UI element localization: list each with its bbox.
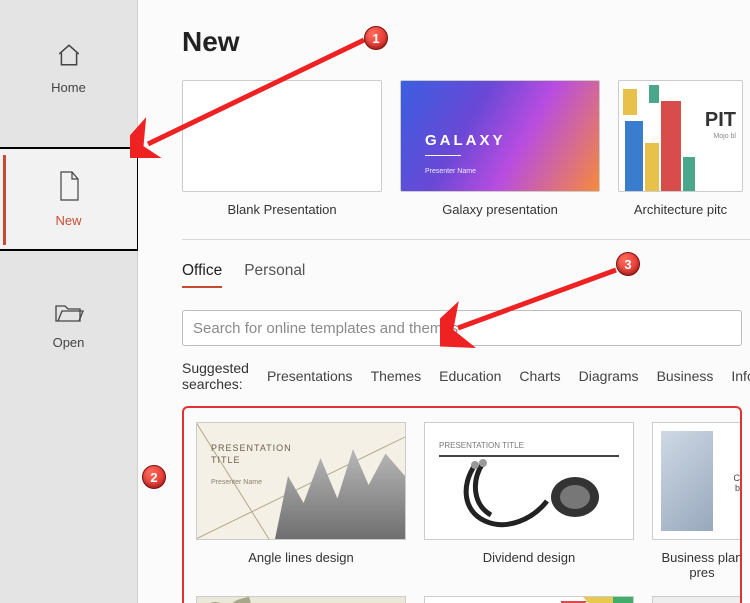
thumb-title: PIT [705, 109, 736, 132]
template-thumb [196, 596, 406, 603]
template-thumb [424, 596, 634, 603]
template-business-plan[interactable]: Co bu Business plan pres [652, 422, 742, 580]
tab-office[interactable]: Office [182, 262, 222, 288]
template-thumb [182, 80, 382, 192]
new-document-icon [0, 171, 137, 206]
template-label: Blank Presentation [182, 202, 382, 217]
suggested-link-info[interactable]: Info [731, 368, 750, 384]
suggested-link-education[interactable]: Education [439, 368, 501, 384]
suggested-link-diagrams[interactable]: Diagrams [579, 368, 639, 384]
thumb-line1: PRESENTATION [211, 443, 292, 453]
template-thumb: Co bu [652, 422, 742, 540]
template-thumb [652, 596, 742, 603]
suggested-link-presentations[interactable]: Presentations [267, 368, 353, 384]
suggested-label: Suggested searches: [182, 360, 249, 392]
template-dividend[interactable]: PRESENTATION TITLE Dividend design [424, 422, 634, 580]
sidebar-item-label: New [55, 213, 81, 228]
template-label: Architecture pitc [618, 202, 743, 217]
tab-personal[interactable]: Personal [244, 262, 305, 288]
template-thumb: PRESENTATION TITLE [424, 422, 634, 540]
template-label: Dividend design [424, 550, 634, 565]
suggested-link-business[interactable]: Business [657, 368, 714, 384]
main-panel: New Blank Presentation GALAXY Presenter … [138, 0, 750, 603]
home-icon [0, 42, 137, 73]
suggested-link-charts[interactable]: Charts [519, 368, 560, 384]
callout-1: 1 [364, 26, 388, 50]
template-architecture[interactable]: PIT Mojo bl Architecture pitc [618, 80, 743, 217]
template-row2-c[interactable] [652, 596, 742, 603]
template-label: Business plan pres [652, 550, 742, 580]
template-label: Galaxy presentation [400, 202, 600, 217]
page-title: New [182, 26, 750, 58]
thumb-underline [425, 155, 461, 156]
callout-2: 2 [142, 465, 166, 489]
suggested-searches: Suggested searches: Presentations Themes… [182, 360, 750, 392]
thumb-title: GALAXY [425, 132, 506, 149]
sidebar-item-new[interactable]: New [0, 149, 137, 249]
results-row-2 [196, 596, 728, 603]
sidebar-item-label: Home [51, 80, 86, 95]
source-tabs: Office Personal [182, 262, 750, 288]
template-search-box[interactable] [182, 310, 742, 346]
thumb-text: Co bu [733, 473, 742, 493]
sidebar: Home New Open [0, 0, 138, 603]
template-row2-a[interactable] [196, 596, 406, 603]
folder-open-icon [0, 301, 137, 328]
sidebar-item-label: Open [53, 335, 85, 350]
thumb-sub: Presenter Name [211, 479, 262, 486]
thumb-presenter: Presenter Name [425, 168, 476, 175]
template-blank-presentation[interactable]: Blank Presentation [182, 80, 382, 217]
callout-3: 3 [616, 252, 640, 276]
results-frame: PRESENTATION TITLE Presenter Name Angle … [182, 406, 742, 603]
template-thumb: PIT Mojo bl [618, 80, 743, 192]
template-thumb: PRESENTATION TITLE Presenter Name [196, 422, 406, 540]
thumb-line2: TITLE [211, 455, 241, 465]
thumb-title: PRESENTATION TITLE [439, 441, 524, 450]
template-row2-b[interactable] [424, 596, 634, 603]
template-galaxy[interactable]: GALAXY Presenter Name Galaxy presentatio… [400, 80, 600, 217]
thumb-sub: Mojo bl [713, 133, 736, 140]
top-templates-row: Blank Presentation GALAXY Presenter Name… [182, 80, 750, 240]
sidebar-item-home[interactable]: Home [0, 28, 137, 111]
template-search-input[interactable] [193, 320, 731, 337]
template-angle-lines[interactable]: PRESENTATION TITLE Presenter Name Angle … [196, 422, 406, 580]
template-thumb: GALAXY Presenter Name [400, 80, 600, 192]
template-label: Angle lines design [196, 550, 406, 565]
results-row: PRESENTATION TITLE Presenter Name Angle … [196, 422, 728, 580]
suggested-link-themes[interactable]: Themes [371, 368, 422, 384]
sidebar-item-open[interactable]: Open [0, 287, 137, 366]
